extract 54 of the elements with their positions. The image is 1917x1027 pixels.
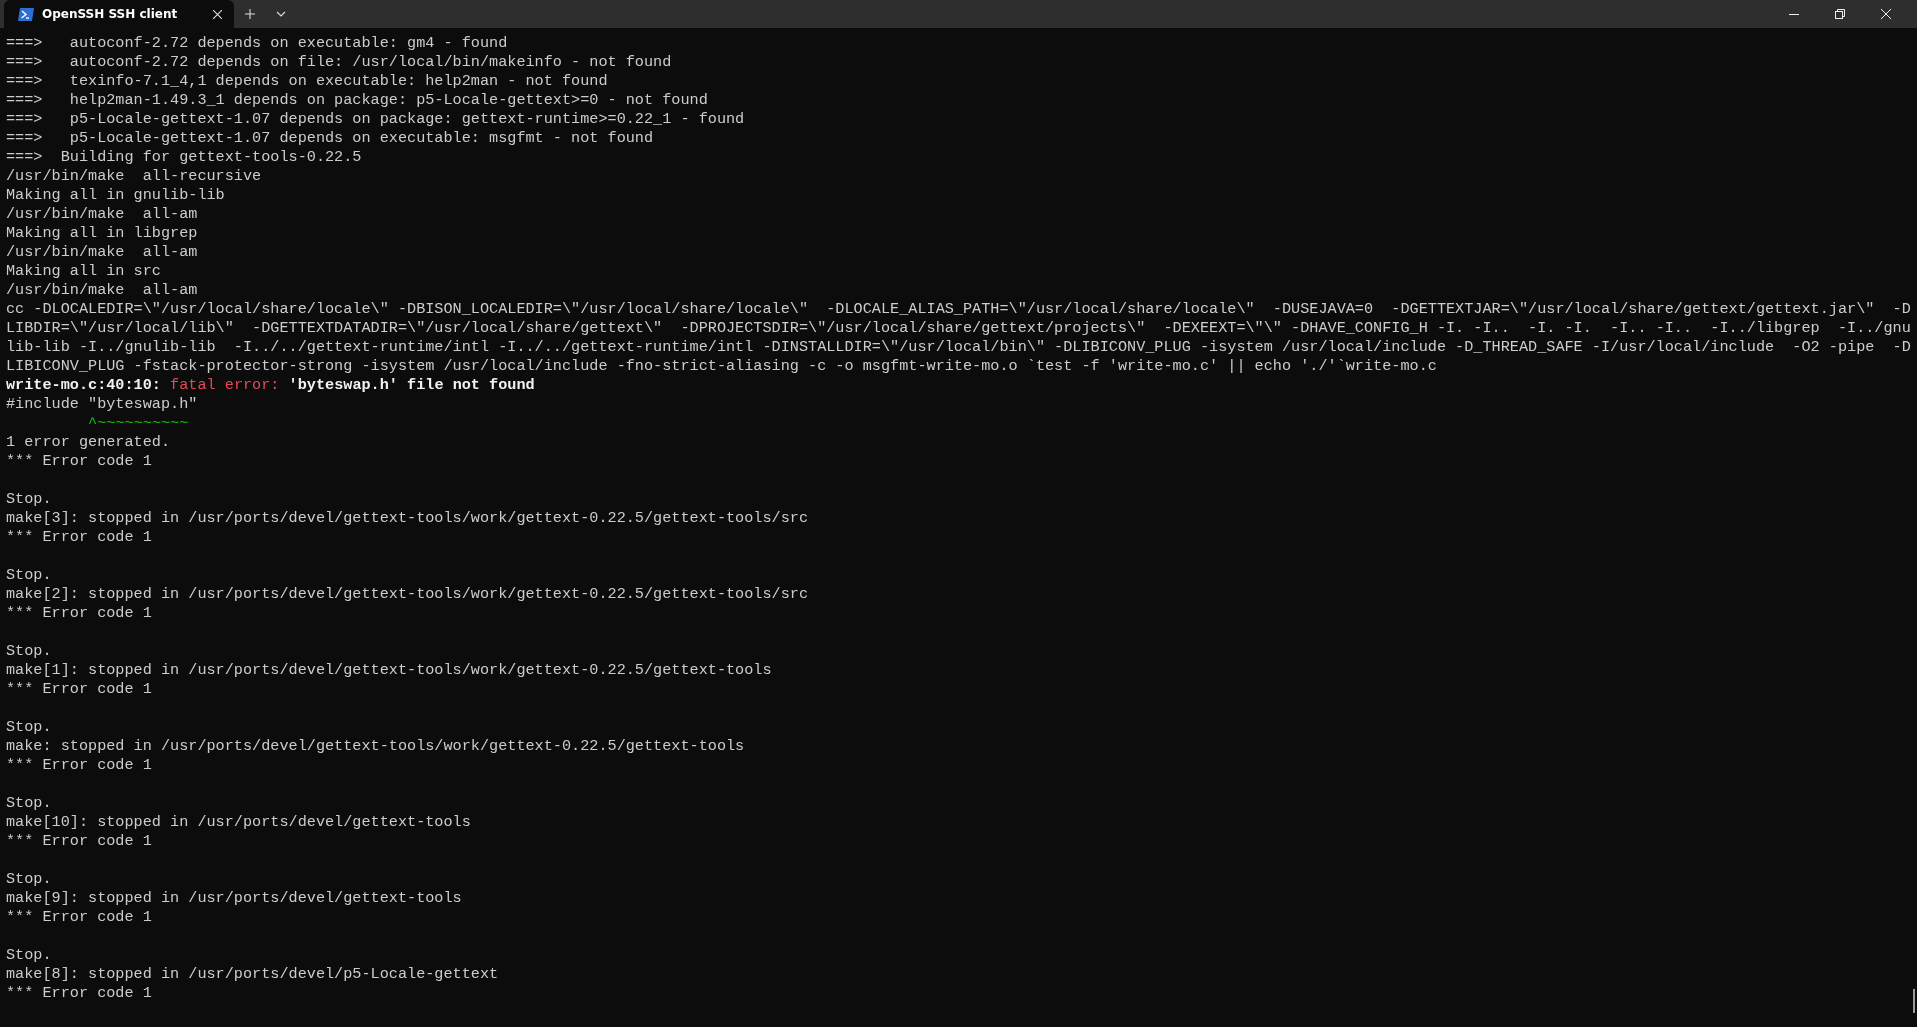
terminal-line: /usr/bin/make all-recursive <box>6 167 262 186</box>
minimize-icon <box>1789 13 1799 15</box>
terminal-line: *** Error code 1 <box>6 756 152 775</box>
caret-icon <box>276 11 286 17</box>
terminal-line: ===> p5-Locale-gettext-1.07 depends on package: gettext-runtime>=0.22_1 - found <box>6 110 745 129</box>
terminal-line: cc -DLOCALEDIR=\"/usr/local/share/locale\" -DBISON_LOCALEDIR=\"/usr/local/share/locale\" -DLOCALE_ALIAS_PATH=\"/usr/local/share/locale\" -DUSEJAVA=0 -DGETTEXTJAR=\"/usr/local/share/gettext/gettext.jar\" -D <box>6 300 1911 319</box>
terminal-tab[interactable]: OpenSSH SSH client <box>4 0 234 28</box>
terminal-line: Stop. <box>6 642 52 661</box>
close-icon <box>213 9 222 19</box>
terminal-line: /usr/bin/make all-am <box>6 205 198 224</box>
terminal-line: ===> autoconf-2.72 depends on executable: gm4 - found <box>6 34 508 53</box>
terminal-line: write-mo.c:40:10: fatal error: 'byteswap.h' file not found <box>6 376 535 395</box>
terminal-line: *** Error code 1 <box>6 604 152 623</box>
terminal-line: /usr/bin/make all-am <box>6 281 198 300</box>
terminal-line: lib-lib -I../gnulib-lib -I../../gettext-runtime/intl -I../../gettext-runtime/intl -DINSTALLDIR=\"/usr/local/bin\" -DLIBICONV_PLUG -isystem /usr/local/include -D_THREAD_SAFE -I/usr/local/include -O2 -pipe -D <box>6 338 1911 357</box>
terminal-line: make[2]: stopped in /usr/ports/devel/gettext-tools/work/gettext-0.22.5/gettext-tools/src <box>6 585 809 604</box>
terminal-line: *** Error code 1 <box>6 984 152 1003</box>
terminal-line: 1 error generated. <box>6 433 171 452</box>
terminal-line: ===> texinfo-7.1_4,1 depends on executable: help2man - not found <box>6 72 608 91</box>
terminal-line: Making all in gnulib-lib <box>6 186 225 205</box>
terminal-line: *** Error code 1 <box>6 908 152 927</box>
terminal-line: LIBICONV_PLUG -fstack-protector-strong -isystem /usr/local/include -fno-strict-aliasing -c -o msgfmt-write-mo.o `test -f 'write-mo.c' || echo './'`write-mo.c <box>6 357 1437 376</box>
terminal-line: Making all in src <box>6 262 161 281</box>
terminal-line: Stop. <box>6 794 52 813</box>
terminal-line: Stop. <box>6 946 52 965</box>
terminal-line: make[10]: stopped in /usr/ports/devel/gettext-tools <box>6 813 471 832</box>
terminal-line: Making all in libgrep <box>6 224 198 243</box>
terminal-line: ===> Building for gettext-tools-0.22.5 <box>6 148 362 167</box>
terminal-line: make: stopped in /usr/ports/devel/gettext-tools/work/gettext-0.22.5/gettext-tools <box>6 737 745 756</box>
terminal-line: ^~~~~~~~~~~ <box>87 414 189 433</box>
terminal-line: Stop. <box>6 490 52 509</box>
terminal-line: make[9]: stopped in /usr/ports/devel/gettext-tools <box>6 889 462 908</box>
scrollbar-thumb[interactable] <box>1913 989 1915 1013</box>
terminal-line: ===> p5-Locale-gettext-1.07 depends on executable: msgfmt - not found <box>6 129 654 148</box>
terminal-line: *** Error code 1 <box>6 680 152 699</box>
terminal-line: make[3]: stopped in /usr/ports/devel/gettext-tools/work/gettext-0.22.5/gettext-tools/src <box>6 509 809 528</box>
terminal-line: *** Error code 1 <box>6 452 152 471</box>
terminal-line: Stop. <box>6 718 52 737</box>
terminal-line: *** Error code 1 <box>6 832 152 851</box>
terminal-line: /usr/bin/make all-am <box>6 243 198 262</box>
terminal-line: make[1]: stopped in /usr/ports/devel/gettext-tools/work/gettext-0.22.5/gettext-tools <box>6 661 772 680</box>
restore-icon <box>1835 9 1845 19</box>
plus-icon <box>244 8 256 20</box>
terminal-icon <box>18 7 34 21</box>
terminal-line: #include "byteswap.h" <box>6 395 198 414</box>
terminal-line: Stop. <box>6 566 52 585</box>
terminal-line: ===> help2man-1.49.3_1 depends on package: p5-Locale-gettext>=0 - not found <box>6 91 708 110</box>
tab-title: OpenSSH SSH client <box>42 6 178 23</box>
terminal-line: Stop. <box>6 870 52 889</box>
terminal-line: *** Error code 1 <box>6 528 152 547</box>
terminal-line: make[8]: stopped in /usr/ports/devel/p5-Locale-gettext <box>6 965 499 984</box>
terminal-line: ===> autoconf-2.72 depends on file: /usr/local/bin/makeinfo - not found <box>6 53 672 72</box>
terminal-line: LIBDIR=\"/usr/local/lib\" -DGETTEXTDATADIR=\"/usr/local/share/gettext\" -DPROJECTSDIR=\"/usr/local/share/gettext/projects\" -DEXEEXT=\"\" -DHAVE_CONFIG_H -I. -I.. -I. -I. -I.. -I.. -I../libgrep -I../gnu <box>6 319 1911 338</box>
close-icon <box>1881 9 1891 19</box>
